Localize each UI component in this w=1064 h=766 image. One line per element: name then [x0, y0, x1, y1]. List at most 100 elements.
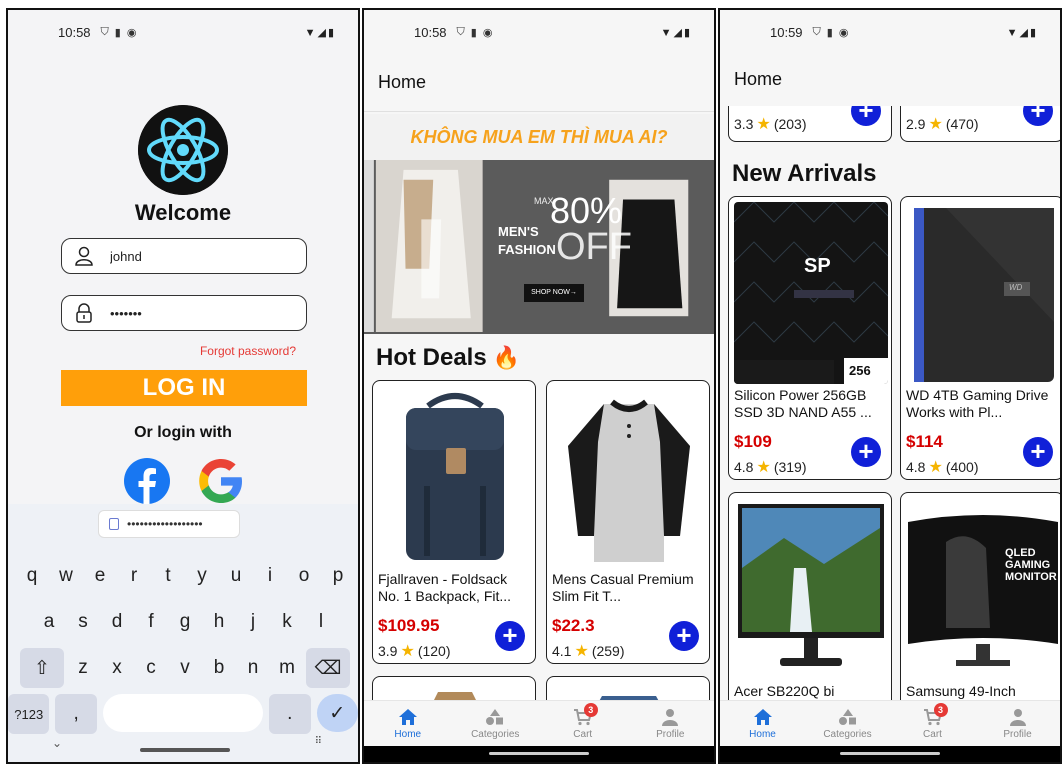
key-w[interactable]: w	[51, 556, 81, 596]
key-v[interactable]: v	[170, 648, 200, 688]
username-input[interactable]	[110, 248, 270, 264]
key-b[interactable]: b	[204, 648, 234, 688]
add-to-cart-button[interactable]: +	[495, 621, 525, 651]
nav-home-label: Home	[394, 728, 422, 740]
key-k[interactable]: k	[272, 602, 302, 642]
shield-icon: ⛉	[100, 25, 109, 38]
add-to-cart-button[interactable]: +	[669, 621, 699, 651]
record-icon: ◉	[126, 26, 137, 39]
keyboard-bottom-bar: ⌄ ⠿	[8, 732, 358, 756]
welcome-title: Welcome	[134, 200, 232, 225]
key-j[interactable]: j	[238, 602, 268, 642]
cart-badge: 3	[933, 703, 948, 717]
key-t[interactable]: t	[153, 556, 183, 596]
nav-cart[interactable]: 3 Cart	[539, 701, 627, 746]
password-input[interactable]	[110, 305, 270, 321]
key-u[interactable]: u	[221, 556, 251, 596]
key-y[interactable]: y	[187, 556, 217, 596]
key-a[interactable]: a	[34, 602, 64, 642]
key-s[interactable]: s	[68, 602, 98, 642]
status-time: 10:58	[414, 24, 447, 40]
username-field[interactable]	[61, 238, 307, 274]
rating-value: 3.3	[734, 116, 754, 132]
nav-categories[interactable]: Categories	[805, 701, 890, 746]
lock-icon	[76, 303, 92, 323]
categories-icon	[838, 708, 856, 725]
key-o[interactable]: o	[289, 556, 319, 596]
key-c[interactable]: c	[136, 648, 166, 688]
rating-count: (470)	[945, 116, 979, 132]
key-l[interactable]: l	[306, 602, 336, 642]
system-nav-bar	[364, 746, 714, 762]
nav-cart[interactable]: 3 Cart	[890, 701, 975, 746]
symbols-key[interactable]: ?123	[8, 694, 50, 734]
nav-cart-label: Cart	[573, 728, 593, 740]
curved-monitor-image	[906, 498, 1060, 680]
add-to-cart-button[interactable]: +	[1023, 106, 1053, 126]
product-card[interactable]: SP 256 Silicon Power 256GB SSD 3D NAND A…	[728, 196, 892, 480]
shift-key[interactable]: ⇧	[20, 648, 64, 688]
space-key[interactable]	[102, 694, 264, 732]
login-screen: 10:58 ⛉ ▮ ◉ ▼◢▮ Welcome Forgot password?…	[6, 8, 360, 764]
key-e[interactable]: e	[85, 556, 115, 596]
product-card[interactable]: Fjallraven - Foldsack No. 1 Backpack, Fi…	[372, 380, 536, 664]
add-to-cart-button[interactable]: +	[1023, 437, 1053, 467]
nav-profile[interactable]: Profile	[975, 701, 1060, 746]
password-suggestion-chip[interactable]: ••••••••••••••••••	[98, 510, 240, 538]
shop-now-button[interactable]: SHOP NOW→	[524, 284, 584, 302]
key-f[interactable]: f	[136, 602, 166, 642]
backspace-key[interactable]: ⌫	[306, 648, 350, 688]
facebook-icon[interactable]	[124, 458, 170, 504]
comma-key[interactable]: ,	[55, 694, 97, 734]
key-i[interactable]: i	[255, 556, 285, 596]
hot-deals-heading: Hot Deals 🔥	[376, 344, 520, 372]
rating-count: (400)	[945, 459, 979, 475]
or-login-with-label: Or login with	[134, 424, 232, 441]
password-field[interactable]	[61, 295, 307, 331]
key-r[interactable]: r	[119, 556, 149, 596]
cart-badge: 3	[583, 703, 598, 717]
product-card[interactable]: 3.3 ★ (203) +	[728, 106, 892, 142]
nav-home-label: Home	[749, 728, 776, 740]
raglan-shirt-image	[552, 386, 706, 568]
record-icon: ◉	[482, 26, 493, 39]
key-g[interactable]: g	[170, 602, 200, 642]
login-button[interactable]: LOG IN	[61, 370, 307, 406]
sim-icon: ▮	[470, 26, 477, 39]
svg-text:SP: SP	[804, 255, 831, 277]
hide-keyboard-icon[interactable]: ⌄	[52, 736, 62, 750]
product-card[interactable]: 2.9 ★ (470) +	[900, 106, 1060, 142]
google-icon[interactable]	[198, 458, 244, 504]
nav-home[interactable]: Home	[720, 701, 805, 746]
product-price: $22.3	[552, 616, 595, 635]
promo-banner[interactable]: MAX 80% MEN'S FASHION OFF SHOP NOW→	[364, 160, 714, 334]
key-z[interactable]: z	[68, 648, 98, 688]
status-bar: 10:59 ⛉ ▮ ◉ ▼◢▮	[720, 10, 1060, 54]
forgot-password-link[interactable]: Forgot password?	[200, 344, 296, 358]
key-m[interactable]: m	[272, 648, 302, 688]
product-card[interactable]: Mens Casual Premium Slim Fit T... $22.3 …	[546, 380, 710, 664]
key-x[interactable]: x	[102, 648, 132, 688]
product-card[interactable]: WD WD 4TB Gaming Drive Works with Pl... …	[900, 196, 1060, 480]
rating-value: 2.9	[906, 116, 926, 132]
period-key[interactable]: .	[269, 694, 311, 734]
key-q[interactable]: q	[17, 556, 47, 596]
add-to-cart-button[interactable]: +	[851, 437, 881, 467]
nav-profile[interactable]: Profile	[627, 701, 715, 746]
nav-home[interactable]: Home	[364, 701, 452, 746]
nav-categories[interactable]: Categories	[452, 701, 540, 746]
nav-profile-label: Profile	[1003, 728, 1032, 740]
rating-count: (120)	[417, 643, 451, 659]
add-to-cart-button[interactable]: +	[851, 106, 881, 126]
enter-check-key[interactable]: ✓	[316, 694, 358, 732]
keyboard-row-1: qwertyuiop	[8, 556, 358, 596]
key-p[interactable]: p	[323, 556, 353, 596]
key-n[interactable]: n	[238, 648, 268, 688]
nav-categories-label: Categories	[823, 728, 872, 740]
banner-off: OFF	[556, 226, 632, 268]
key-h[interactable]: h	[204, 602, 234, 642]
keyboard-switch-icon[interactable]: ⠿	[315, 736, 322, 747]
product-rating: 4.1 ★ (259)	[552, 641, 625, 661]
key-d[interactable]: d	[102, 602, 132, 642]
bottom-navigation: Home Categories 3 Cart Profile	[720, 700, 1060, 746]
